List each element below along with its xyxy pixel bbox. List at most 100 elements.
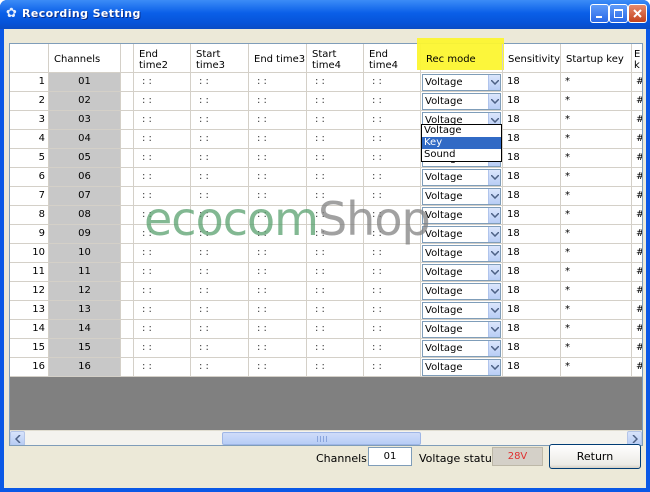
end-time4-cell[interactable]: : : [364, 92, 421, 111]
rec-mode-select[interactable]: Voltage [422, 283, 501, 300]
spacer-cell[interactable] [121, 244, 134, 263]
startup-key-cell[interactable]: * [561, 358, 632, 377]
end-key-cell[interactable]: # [632, 206, 642, 225]
sensitivity-cell[interactable]: 18 [503, 244, 561, 263]
table-row[interactable]: 606: :: :: :: :: :Voltage18*# [10, 168, 642, 187]
startup-key-cell[interactable]: * [561, 111, 632, 130]
rec-mode-select[interactable]: Voltage [422, 93, 501, 110]
column-header-start-time3[interactable]: Start time3 [191, 44, 249, 73]
channel-cell[interactable]: 08 [49, 206, 121, 225]
end-time4-cell[interactable]: : : [364, 225, 421, 244]
spacer-cell[interactable] [121, 263, 134, 282]
end-time4-cell[interactable]: : : [364, 111, 421, 130]
sensitivity-cell[interactable]: 18 [503, 282, 561, 301]
end-key-cell[interactable]: # [632, 301, 642, 320]
end-time2-cell[interactable]: : : [134, 339, 191, 358]
column-header-end-time4[interactable]: End time4 [364, 44, 421, 73]
channels-field[interactable]: 01 [368, 447, 412, 466]
startup-key-cell[interactable]: * [561, 263, 632, 282]
end-time2-cell[interactable]: : : [134, 168, 191, 187]
end-time2-cell[interactable]: : : [134, 263, 191, 282]
end-time4-cell[interactable]: : : [364, 73, 421, 92]
rec-mode-cell[interactable]: Voltage [421, 263, 503, 282]
start-time4-cell[interactable]: : : [307, 301, 364, 320]
rec-mode-cell[interactable]: Voltage [421, 225, 503, 244]
sensitivity-cell[interactable]: 18 [503, 320, 561, 339]
chevron-down-icon[interactable] [488, 94, 500, 109]
sensitivity-cell[interactable]: 18 [503, 149, 561, 168]
end-time3-cell[interactable]: : : [249, 206, 307, 225]
end-time4-cell[interactable]: : : [364, 339, 421, 358]
table-row[interactable]: 505: :: :: :: :: :Voltage18*# [10, 149, 642, 168]
end-time2-cell[interactable]: : : [134, 225, 191, 244]
start-time4-cell[interactable]: : : [307, 149, 364, 168]
end-key-cell[interactable]: # [632, 92, 642, 111]
chevron-down-icon[interactable] [488, 341, 500, 356]
spacer-cell[interactable] [121, 282, 134, 301]
end-time3-cell[interactable]: : : [249, 282, 307, 301]
start-time3-cell[interactable]: : : [191, 282, 249, 301]
end-time2-cell[interactable]: : : [134, 301, 191, 320]
scroll-thumb[interactable] [222, 432, 421, 445]
dropdown-option-key[interactable]: Key [422, 137, 501, 149]
table-row[interactable]: 707: :: :: :: :: :Voltage18*# [10, 187, 642, 206]
end-time4-cell[interactable]: : : [364, 320, 421, 339]
table-row[interactable]: 202: :: :: :: :: :Voltage18*# [10, 92, 642, 111]
end-key-cell[interactable]: # [632, 168, 642, 187]
column-header-end-time3[interactable]: End time3 [249, 44, 307, 73]
table-row[interactable]: 1414: :: :: :: :: :Voltage18*# [10, 320, 642, 339]
end-key-cell[interactable]: # [632, 111, 642, 130]
sensitivity-cell[interactable]: 18 [503, 225, 561, 244]
startup-key-cell[interactable]: * [561, 73, 632, 92]
start-time3-cell[interactable]: : : [191, 168, 249, 187]
channel-cell[interactable]: 14 [49, 320, 121, 339]
start-time4-cell[interactable]: : : [307, 263, 364, 282]
start-time4-cell[interactable]: : : [307, 187, 364, 206]
table-row[interactable]: 1212: :: :: :: :: :Voltage18*# [10, 282, 642, 301]
startup-key-cell[interactable]: * [561, 130, 632, 149]
end-time4-cell[interactable]: : : [364, 130, 421, 149]
rec-mode-select[interactable]: Voltage [422, 207, 501, 224]
start-time4-cell[interactable]: : : [307, 225, 364, 244]
end-time4-cell[interactable]: : : [364, 282, 421, 301]
end-key-cell[interactable]: # [632, 282, 642, 301]
end-time3-cell[interactable]: : : [249, 263, 307, 282]
chevron-down-icon[interactable] [488, 208, 500, 223]
end-time3-cell[interactable]: : : [249, 301, 307, 320]
startup-key-cell[interactable]: * [561, 282, 632, 301]
rec-mode-select[interactable]: Voltage [422, 226, 501, 243]
start-time3-cell[interactable]: : : [191, 92, 249, 111]
table-row[interactable]: 404: :: :: :: :: :Voltage18*# [10, 130, 642, 149]
start-time3-cell[interactable]: : : [191, 206, 249, 225]
end-key-cell[interactable]: # [632, 149, 642, 168]
end-time3-cell[interactable]: : : [249, 73, 307, 92]
rec-mode-cell[interactable]: Voltage [421, 320, 503, 339]
end-time3-cell[interactable]: : : [249, 187, 307, 206]
column-header-start-time4[interactable]: Start time4 [307, 44, 364, 73]
chevron-down-icon[interactable] [488, 360, 500, 375]
table-row[interactable]: 1010: :: :: :: :: :Voltage18*# [10, 244, 642, 263]
rec-mode-cell[interactable]: Voltage [421, 282, 503, 301]
rec-mode-cell[interactable]: Voltage [421, 187, 503, 206]
maximize-button[interactable] [609, 4, 628, 23]
rec-mode-cell[interactable]: Voltage [421, 244, 503, 263]
horizontal-scrollbar[interactable] [10, 430, 642, 445]
table-row[interactable]: 303: :: :: :: :: :Voltage18*# [10, 111, 642, 130]
end-time4-cell[interactable]: : : [364, 301, 421, 320]
rec-mode-cell[interactable]: Voltage [421, 168, 503, 187]
start-time4-cell[interactable]: : : [307, 339, 364, 358]
title-bar[interactable]: ✿ Recording Setting [0, 0, 650, 29]
return-button[interactable]: Return [549, 444, 641, 469]
end-time2-cell[interactable]: : : [134, 111, 191, 130]
end-key-cell[interactable]: # [632, 225, 642, 244]
channel-cell[interactable]: 06 [49, 168, 121, 187]
channel-cell[interactable]: 11 [49, 263, 121, 282]
column-header-end-time2[interactable]: End time2 [134, 44, 191, 73]
table-row[interactable]: 1515: :: :: :: :: :Voltage18*# [10, 339, 642, 358]
startup-key-cell[interactable]: * [561, 225, 632, 244]
chevron-down-icon[interactable] [488, 265, 500, 280]
startup-key-cell[interactable]: * [561, 320, 632, 339]
end-key-cell[interactable]: # [632, 358, 642, 377]
start-time3-cell[interactable]: : : [191, 111, 249, 130]
channel-cell[interactable]: 10 [49, 244, 121, 263]
